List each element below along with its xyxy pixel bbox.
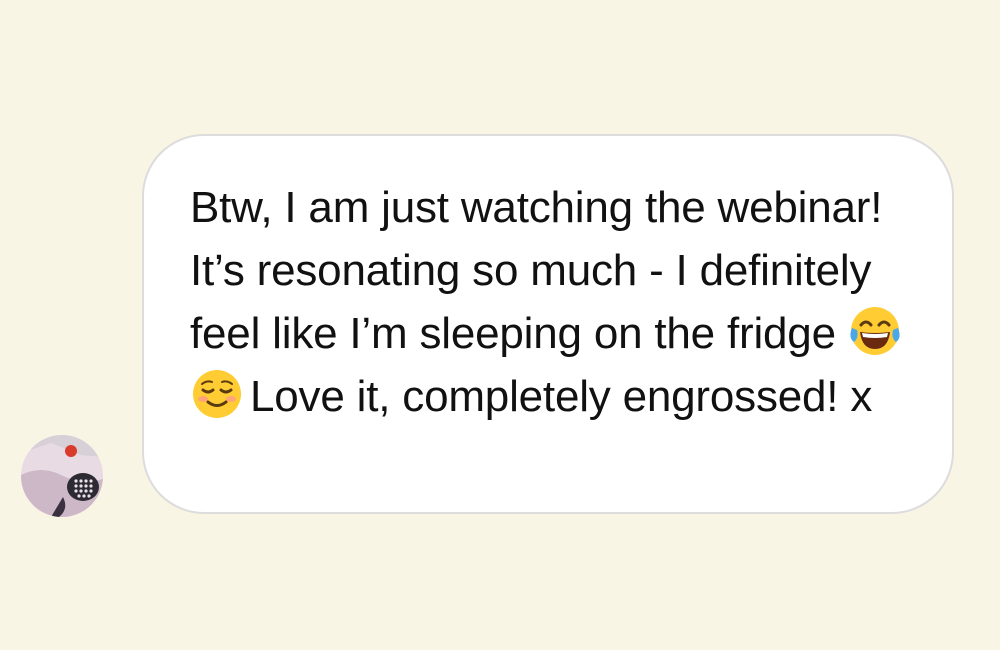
smiling-face-icon [190,367,244,421]
face-with-tears-of-joy-icon [848,304,902,358]
message-text: Btw, I am just watching the webinar! It’… [190,176,912,428]
message-text-part-2: Love it, completely engrossed! x [250,372,873,421]
sender-avatar[interactable] [21,435,103,517]
message-text-part-1: Btw, I am just watching the webinar! It’… [190,183,883,358]
message-bubble[interactable]: Btw, I am just watching the webinar! It’… [142,134,954,514]
avatar-photo-icon [21,435,103,517]
